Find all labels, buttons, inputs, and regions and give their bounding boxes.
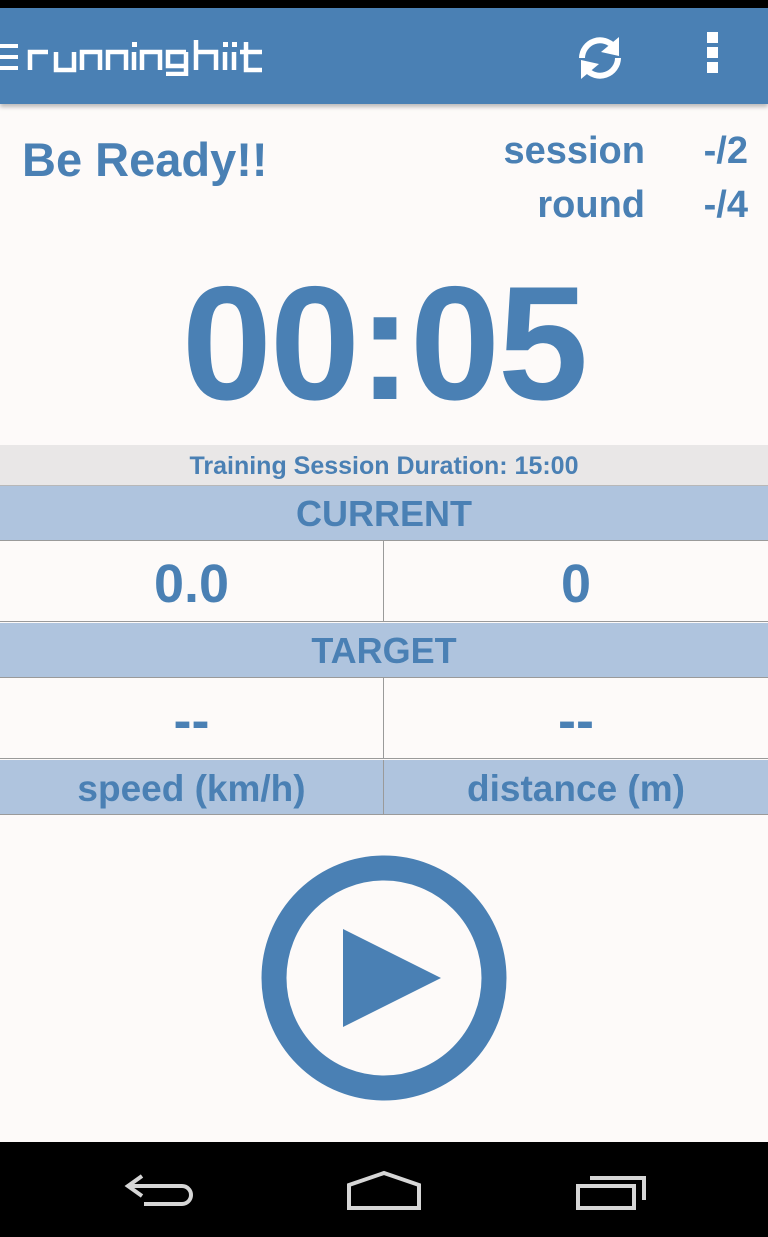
distance-unit-label: distance (m) [384, 760, 768, 815]
current-header: CURRENT [0, 486, 768, 541]
hamburger-icon[interactable] [0, 44, 20, 72]
session-counter: -/2 [703, 130, 748, 172]
refresh-button[interactable] [572, 30, 628, 86]
speed-unit-label: speed (km/h) [0, 760, 384, 815]
home-button[interactable] [344, 1168, 424, 1214]
target-distance-value: -- [384, 678, 768, 759]
countdown-timer: 00:05 [181, 253, 588, 434]
back-icon [124, 1174, 193, 1206]
overflow-menu-icon[interactable] [690, 32, 734, 84]
system-nav-bar [0, 1142, 768, 1237]
status-title: Be Ready!! [22, 133, 268, 186]
app-screen: runninghiit [0, 0, 768, 1237]
current-distance-value: 0 [384, 541, 768, 622]
recent-apps-icon [576, 1176, 646, 1210]
current-speed-value: 0.0 [0, 541, 384, 622]
session-label: session [503, 130, 645, 172]
app-logo: runninghiit [26, 38, 348, 77]
action-bar: runninghiit [0, 8, 768, 104]
target-speed-value: -- [0, 678, 384, 759]
recent-apps-button[interactable] [570, 1168, 650, 1214]
workout-panel: Be Ready!! session -/2 round -/4 00:05 T… [0, 104, 768, 1142]
target-header: TARGET [0, 623, 768, 678]
session-duration: Training Session Duration: 15:00 [0, 445, 768, 486]
play-icon [261, 855, 507, 1101]
home-icon [347, 1170, 421, 1210]
status-bar [0, 0, 768, 8]
back-button[interactable] [120, 1168, 200, 1214]
round-counter: -/4 [703, 184, 748, 226]
round-label: round [537, 184, 645, 226]
play-button[interactable] [261, 855, 507, 1101]
refresh-icon [579, 37, 621, 79]
